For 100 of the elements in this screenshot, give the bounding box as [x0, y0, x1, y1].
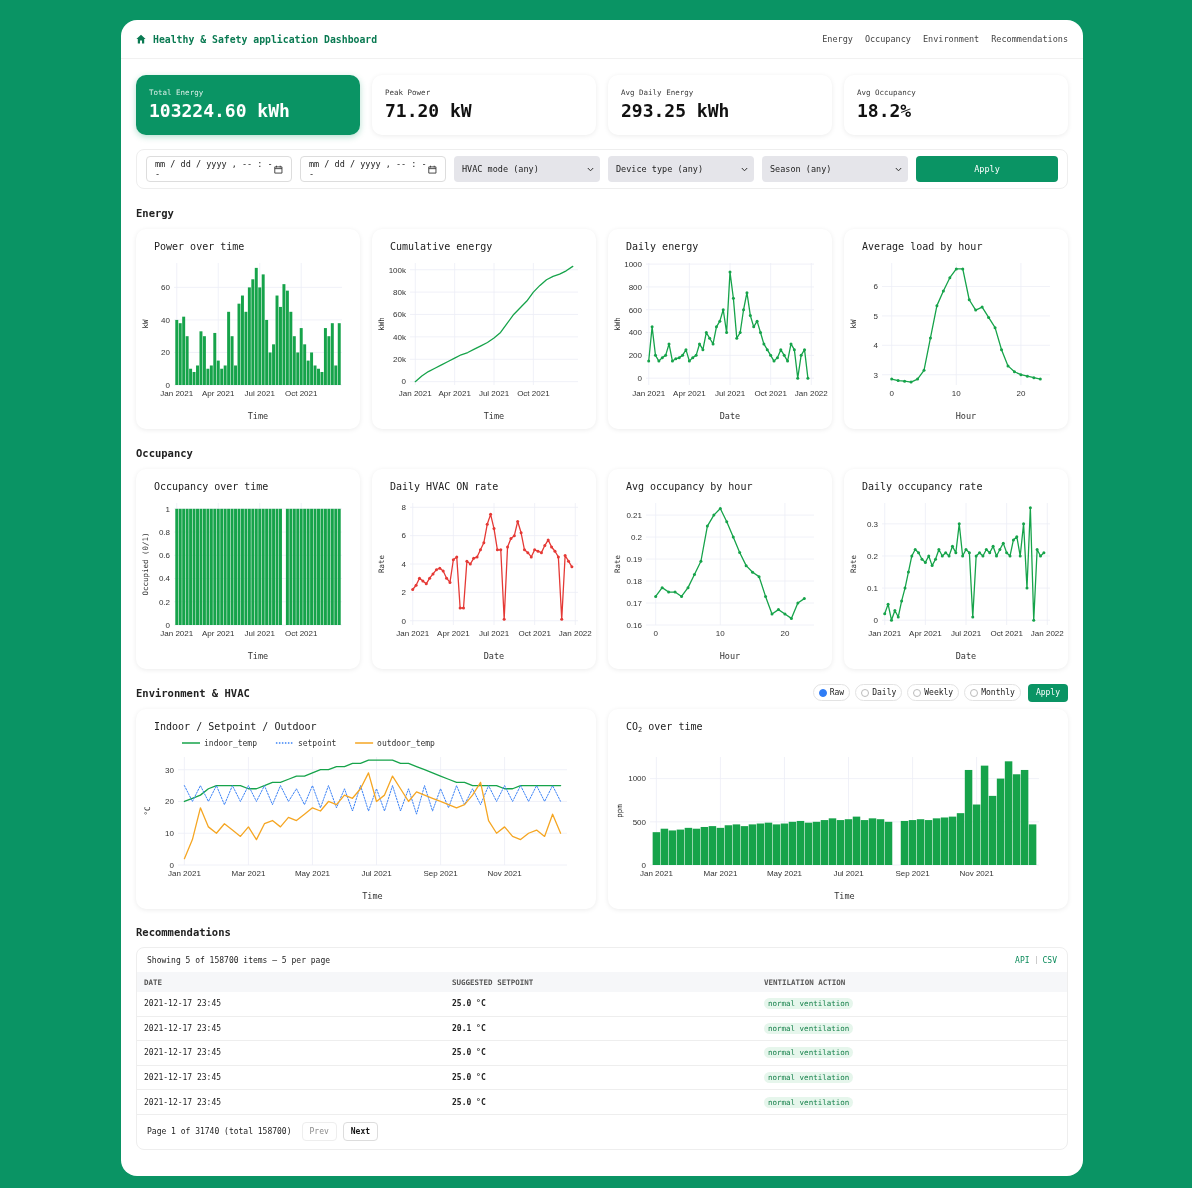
table-cell-text: 20.1 °C — [452, 1023, 487, 1033]
tick-label: Sep 2021 — [423, 869, 458, 878]
axis-title: Time — [834, 891, 855, 901]
axis-title: Date — [719, 411, 741, 421]
tick-label: Oct 2021 — [518, 629, 551, 638]
export-link[interactable]: CSV — [1042, 955, 1057, 965]
chart-title: Indoor / Setpoint / Outdoor — [153, 720, 318, 734]
apply-button[interactable]: Apply — [1027, 683, 1068, 702]
next-button[interactable]: Next — [342, 1122, 379, 1142]
tick-label: Oct 2021 — [754, 389, 787, 398]
chart-title: Daily occupancy rate — [861, 480, 984, 494]
tick-label: Jan 2021 — [398, 389, 432, 398]
tick-label: 0.2 — [866, 551, 878, 561]
chart-title: Power over time — [153, 240, 246, 254]
chart-title: Average load by hour — [861, 240, 984, 254]
tick-label: 0.3 — [866, 519, 878, 529]
select-dropdown[interactable]: HVAC mode (any) — [454, 156, 600, 182]
tick-label: 20k — [393, 355, 406, 365]
nav-link[interactable]: Environment — [922, 34, 980, 44]
tick-label: Nov 2021 — [487, 869, 522, 878]
axis-title: Time — [483, 411, 505, 421]
section-title: Environment & HVAC — [136, 686, 250, 699]
tick-label: Jan 2021 — [160, 389, 194, 398]
tick-label: 10 — [951, 389, 961, 398]
tick-label: Jul 2021 — [714, 389, 746, 398]
chart-title: Avg occupancy by hour — [625, 480, 754, 494]
tick-label: May 2021 — [766, 869, 803, 878]
results-summary: Showing 5 of 158700 items — 5 per page — [147, 955, 331, 965]
tick-label: 5 — [873, 311, 878, 321]
stat-value: 103224.60 kWh — [149, 100, 290, 121]
tick-label: Jan 2021 — [396, 629, 430, 638]
tick-label: Mar 2021 — [703, 869, 738, 878]
table-cell-text: 2021-12-17 23:45 — [144, 1023, 223, 1033]
tick-label: Apr 2021 — [909, 629, 942, 638]
tick-label: 0 — [165, 620, 170, 630]
tick-label: 30 — [165, 765, 174, 775]
chart-title: Daily energy — [625, 240, 700, 254]
tick-label: 60k — [393, 310, 406, 320]
date-field[interactable]: mm / dd / yyyy , -- : -- — [300, 156, 446, 182]
table-cell-text: 25.0 °C — [452, 999, 487, 1009]
tick-label: Jul 2021 — [950, 629, 982, 638]
tick-label: 0 — [653, 629, 658, 638]
tick-label: 4 — [401, 559, 406, 569]
tick-label: Apr 2021 — [438, 389, 471, 398]
apply-button[interactable]: Apply — [916, 156, 1058, 182]
tick-label: Mar 2021 — [231, 869, 266, 878]
tick-label: 6 — [401, 531, 406, 541]
tick-label: Oct 2021 — [285, 629, 318, 638]
tick-label: May 2021 — [294, 869, 331, 878]
tick-label: 0 — [401, 616, 406, 626]
tick-label: Oct 2021 — [990, 629, 1023, 638]
legend-label: setpoint — [297, 739, 337, 748]
tick-label: 3 — [873, 370, 878, 380]
tick-label: Apr 2021 — [202, 629, 235, 638]
tick-label: Jul 2021 — [244, 389, 275, 398]
tick-label: 20 — [780, 629, 790, 638]
nav-link[interactable]: Energy — [822, 34, 853, 44]
tick-label: 60 — [161, 283, 170, 293]
tick-label: 0 — [641, 860, 646, 870]
tick-label: 600 — [628, 305, 642, 315]
table-cell-text: 2021-12-17 23:45 — [144, 999, 223, 1009]
tick-label: 200 — [628, 351, 642, 361]
table-cell-text: 25.0 °C — [452, 1073, 487, 1083]
tick-label: 2 — [401, 588, 406, 598]
section-title: Occupancy — [136, 446, 193, 459]
tick-label: Jan 2021 — [639, 869, 673, 878]
axis-title: Time — [362, 891, 383, 901]
select-dropdown[interactable]: Device type (any) — [608, 156, 754, 182]
tick-label: Jan 2021 — [167, 869, 201, 878]
tick-label: Apr 2021 — [437, 629, 470, 638]
tick-label: 1 — [165, 504, 170, 514]
tick-label: 6 — [873, 282, 878, 292]
tick-label: 8 — [401, 503, 406, 513]
tick-label: 100k — [388, 265, 406, 275]
tick-label: Jan 2021 — [632, 389, 666, 398]
chart-title: Daily HVAC ON rate — [389, 480, 500, 494]
tick-label: 0 — [873, 616, 878, 625]
tick-label: 500 — [632, 817, 646, 827]
select-dropdown[interactable]: Season (any) — [762, 156, 908, 182]
tick-label: 0.18 — [626, 576, 642, 586]
tick-label: Jan 2021 — [160, 629, 194, 638]
tick-label: 0 — [401, 377, 406, 387]
tick-label: 10 — [715, 629, 725, 638]
tick-label: 0.4 — [158, 574, 170, 584]
export-link[interactable]: API — [1015, 955, 1030, 965]
tick-label: Jan 2022 — [794, 389, 828, 398]
tick-label: Jan 2022 — [1030, 629, 1064, 638]
tick-label: 10 — [165, 829, 174, 839]
tick-label: 40 — [161, 315, 170, 325]
table-cell-text: 25.0 °C — [452, 1097, 487, 1107]
tick-label: 40k — [393, 332, 406, 342]
stat-value: 293.25 kWh — [621, 100, 730, 121]
tick-label: 0.19 — [626, 554, 642, 564]
tick-label: Apr 2021 — [673, 389, 706, 398]
tick-label: 0.2 — [158, 597, 170, 607]
nav-link[interactable]: Recommendations — [991, 34, 1068, 44]
date-field[interactable]: mm / dd / yyyy , -- : -- — [146, 156, 292, 182]
axis-title: Hour — [719, 651, 741, 661]
tick-label: Jul 2021 — [478, 629, 510, 638]
nav-link[interactable]: Occupancy — [864, 34, 911, 44]
